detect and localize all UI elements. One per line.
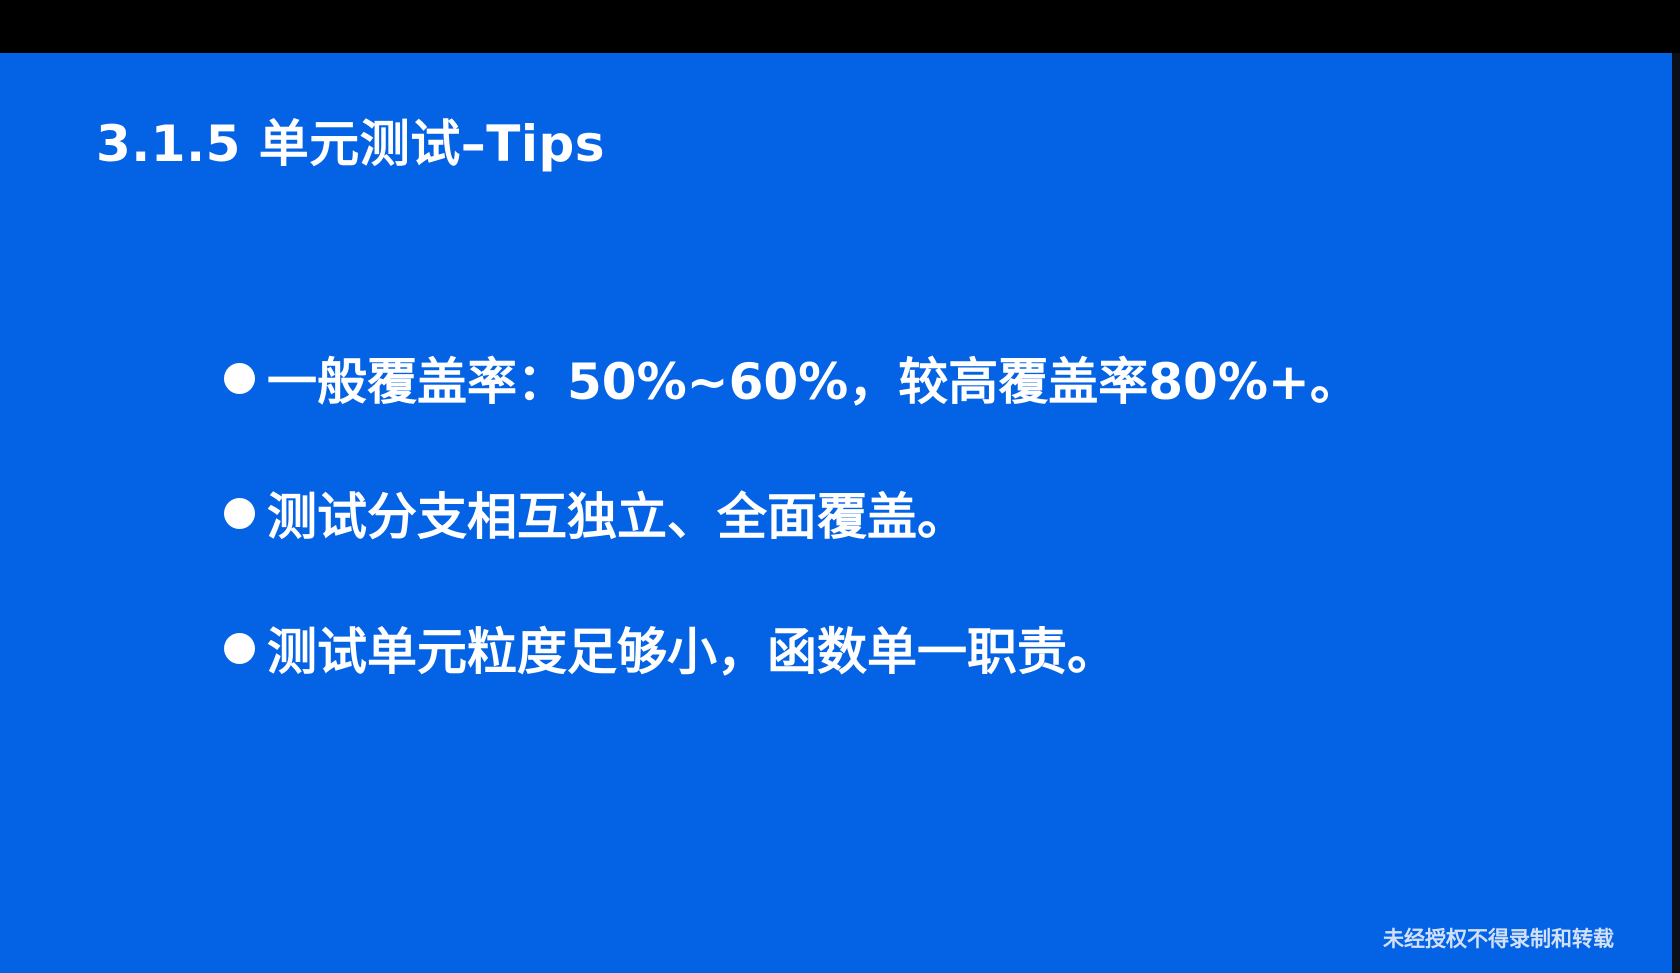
bullet-text: 测试分支相互独立、全面覆盖。: [267, 488, 967, 546]
bullet-dot-icon: [224, 632, 255, 664]
right-edge-bar: [1672, 53, 1680, 973]
bullet-dot-icon: [224, 362, 255, 394]
top-black-bar: [0, 0, 1680, 53]
watermark-text: 未经授权不得录制和转载: [1383, 927, 1614, 951]
bullet-item: 测试分支相互独立、全面覆盖。: [224, 483, 1360, 546]
bullet-item: 测试单元粒度足够小，函数单一职责。: [224, 618, 1360, 681]
bullet-text: 一般覆盖率：50%~60%，较高覆盖率80%+。: [267, 353, 1360, 411]
bullet-list: 一般覆盖率：50%~60%，较高覆盖率80%+。 测试分支相互独立、全面覆盖。 …: [224, 348, 1360, 681]
bullet-text: 测试单元粒度足够小，函数单一职责。: [267, 623, 1117, 681]
video-frame: 3.1.5 单元测试–Tips 一般覆盖率：50%~60%，较高覆盖率80%+。…: [0, 0, 1680, 973]
bullet-item: 一般覆盖率：50%~60%，较高覆盖率80%+。: [224, 348, 1360, 411]
bullet-dot-icon: [224, 497, 255, 529]
slide-title: 3.1.5 单元测试–Tips: [96, 115, 606, 173]
presentation-slide: 3.1.5 单元测试–Tips 一般覆盖率：50%~60%，较高覆盖率80%+。…: [0, 53, 1680, 973]
